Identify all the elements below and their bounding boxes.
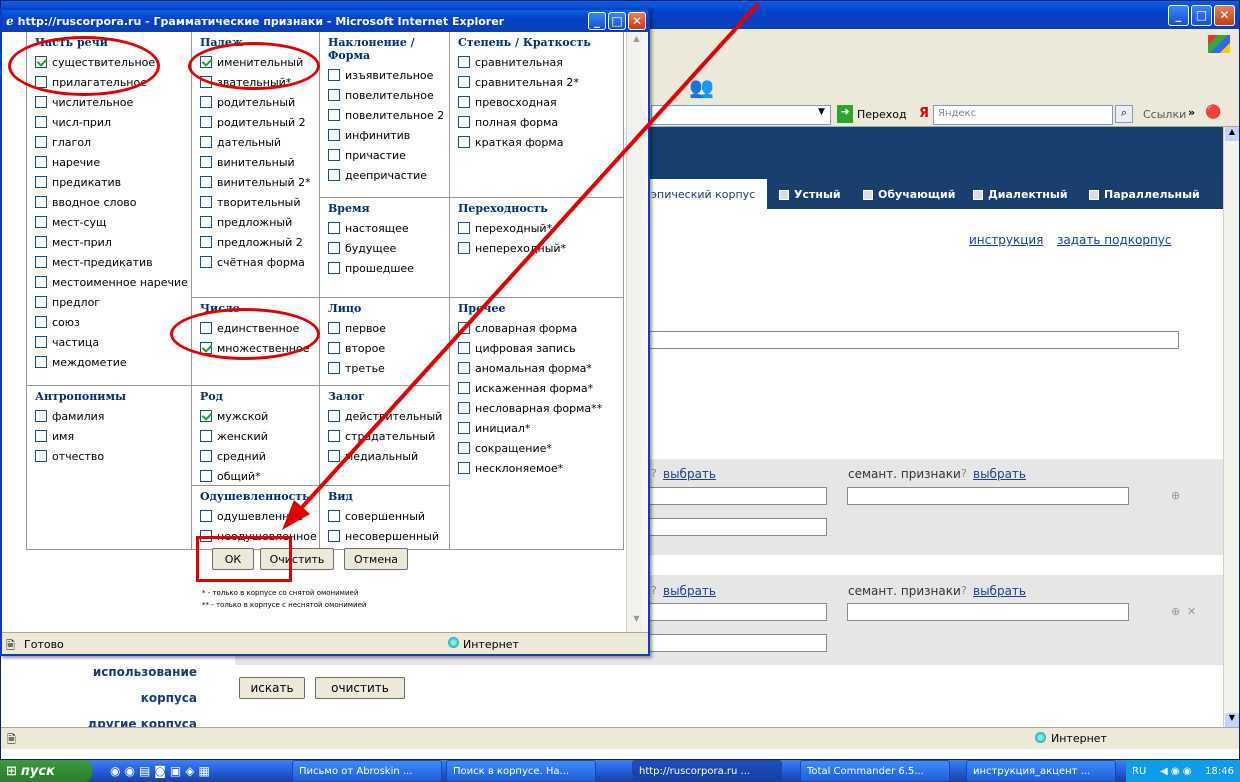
- taskbar-item-active[interactable]: http://ruscorpora.ru ...: [632, 760, 782, 782]
- taskbar-item[interactable]: Total Commander 6.5...: [800, 760, 950, 782]
- start-label: пуск: [20, 763, 55, 779]
- start-button[interactable]: ⊞ пуск: [0, 760, 92, 782]
- taskbar-item[interactable]: Письмо от Abroskin ...: [292, 760, 442, 782]
- tray-icons[interactable]: ◀ ◉ ◉: [1160, 766, 1192, 777]
- quick-launch-icons[interactable]: ◉◉▤◙▣◈▦: [110, 764, 214, 778]
- taskbar: ⊞ пуск ◉◉▤◙▣◈▦ Письмо от Abroskin ... Пои…: [0, 760, 1240, 782]
- taskbar-item[interactable]: Поиск в корпусе. На...: [446, 760, 596, 782]
- annotation-arrow: [282, 2, 760, 530]
- taskbar-item[interactable]: инструкция_акцент ...: [966, 760, 1116, 782]
- language-indicator[interactable]: RU: [1132, 766, 1146, 777]
- clock[interactable]: 18:46: [1205, 766, 1234, 777]
- windows-logo-icon: ⊞: [6, 763, 17, 779]
- system-tray: RU ◀ ◉ ◉ 18:46: [1126, 760, 1240, 782]
